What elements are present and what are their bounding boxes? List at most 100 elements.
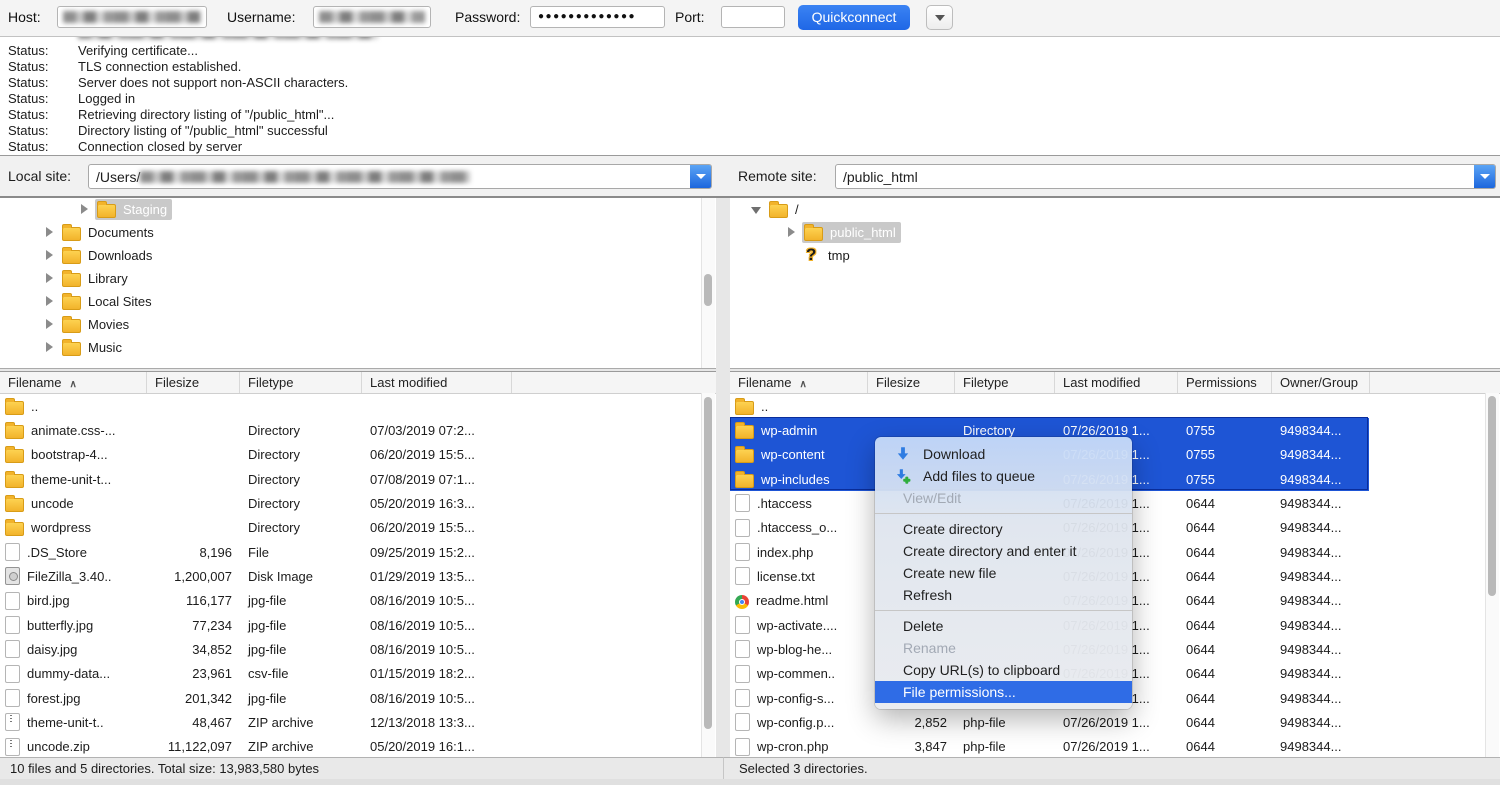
- local-site-dropdown-icon[interactable]: [690, 165, 711, 188]
- filename-cell: ..: [0, 398, 147, 415]
- quickconnect-dropdown-button[interactable]: [926, 5, 953, 30]
- tree-label-box: Library: [60, 268, 133, 289]
- file-row-butterfly-jpg[interactable]: butterfly.jpg77,234jpg-file08/16/2019 10…: [0, 613, 716, 637]
- file-row-wp-cron-php[interactable]: wp-cron.php3,847php-file07/26/2019 1...0…: [730, 735, 1500, 758]
- log-status-label: Status:: [0, 107, 78, 123]
- disclosure-triangle-icon[interactable]: [38, 225, 60, 240]
- filesize-cell: 23,961: [147, 666, 240, 681]
- column-header-filetype[interactable]: Filetype: [240, 372, 362, 393]
- file-row-ds-store[interactable]: .DS_Store8,196File09/25/2019 15:2...: [0, 540, 716, 564]
- local-tree-pane: StagingDocumentsDownloadsLibraryLocal Si…: [0, 198, 716, 369]
- last-modified-cell: 07/26/2019 1...: [1055, 715, 1178, 730]
- file-row-uncode[interactable]: uncodeDirectory05/20/2019 16:3...: [0, 491, 716, 515]
- menu-item-add-files-to-queue[interactable]: Add files to queue: [875, 465, 1132, 487]
- tree-item-music[interactable]: Music: [0, 336, 716, 359]
- column-header-last-modified[interactable]: Last modified: [1055, 372, 1178, 393]
- disclosure-triangle-icon[interactable]: [38, 317, 60, 332]
- tree-label-box: Local Sites: [60, 291, 157, 312]
- folder-icon: [5, 498, 24, 512]
- file-icon: [735, 640, 750, 658]
- quickconnect-button[interactable]: Quickconnect: [798, 5, 910, 30]
- filetype-cell: File: [240, 545, 362, 560]
- menu-item-file-permissions[interactable]: File permissions...: [875, 681, 1132, 703]
- file-row-daisy-jpg[interactable]: daisy.jpg34,852jpg-file08/16/2019 10:5..…: [0, 637, 716, 661]
- local-list-scrollbar[interactable]: [701, 393, 715, 758]
- column-header-filesize[interactable]: Filesize: [147, 372, 240, 393]
- file-row-item[interactable]: ..: [0, 394, 716, 418]
- menu-item-refresh[interactable]: Refresh: [875, 584, 1132, 606]
- tree-item-movies[interactable]: Movies: [0, 313, 716, 336]
- owner-group-cell: 9498344...: [1272, 593, 1370, 608]
- local-list-scrollbar-thumb[interactable]: [704, 397, 712, 729]
- tree-item-item[interactable]: /: [730, 198, 1500, 221]
- filename-text: wp-content: [761, 447, 825, 462]
- filename-text: wp-activate....: [757, 618, 837, 633]
- port-label: Port:: [675, 9, 705, 25]
- column-header-filename[interactable]: Filename∧: [730, 372, 868, 393]
- file-row-bird-jpg[interactable]: bird.jpg116,177jpg-file08/16/2019 10:5..…: [0, 589, 716, 613]
- tree-item-downloads[interactable]: Downloads: [0, 244, 716, 267]
- tree-item-staging[interactable]: Staging: [0, 198, 716, 221]
- disclosure-triangle-icon[interactable]: [73, 202, 95, 217]
- username-input[interactable]: [313, 6, 431, 28]
- disclosure-triangle-icon[interactable]: [38, 248, 60, 263]
- remote-list-scrollbar[interactable]: [1485, 393, 1499, 758]
- tree-item-library[interactable]: Library: [0, 267, 716, 290]
- chevron-down-icon: [935, 15, 945, 21]
- file-row-dummy-data[interactable]: dummy-data...23,961csv-file01/15/2019 18…: [0, 662, 716, 686]
- column-header-last-modified[interactable]: Last modified: [362, 372, 512, 393]
- file-row-wordpress[interactable]: wordpressDirectory06/20/2019 15:5...: [0, 516, 716, 540]
- disclosure-triangle-icon[interactable]: [38, 294, 60, 309]
- file-row-uncode-zip[interactable]: uncode.zip11,122,097ZIP archive05/20/201…: [0, 735, 716, 758]
- local-tree-scrollbar-thumb[interactable]: [704, 274, 712, 306]
- password-input[interactable]: ●●●●●●●●●●●●●: [530, 6, 665, 28]
- filename-cell: .htaccess: [730, 494, 868, 512]
- menu-item-download[interactable]: Download: [875, 443, 1132, 465]
- file-row-theme-unit-t[interactable]: theme-unit-t...Directory07/08/2019 07:1.…: [0, 467, 716, 491]
- log-message: Retrieving directory listing of "/public…: [78, 107, 334, 123]
- file-row-theme-unit-t[interactable]: theme-unit-t..48,467ZIP archive12/13/201…: [0, 710, 716, 734]
- port-input[interactable]: [721, 6, 785, 28]
- file-row-animate-css[interactable]: animate.css-...Directory07/03/2019 07:2.…: [0, 418, 716, 442]
- remote-list-scrollbar-thumb[interactable]: [1488, 396, 1496, 596]
- remote-site-combobox[interactable]: /public_html: [835, 164, 1496, 189]
- host-input[interactable]: [57, 6, 207, 28]
- log-status-label: Status:: [0, 75, 78, 91]
- folder-icon: [62, 273, 81, 287]
- menu-item-create-directory-and-enter-it[interactable]: Create directory and enter it: [875, 540, 1132, 562]
- redacted-username-value: [319, 11, 425, 23]
- disclosure-triangle-icon[interactable]: [780, 225, 802, 240]
- host-label: Host:: [8, 9, 41, 25]
- disclosure-triangle-icon[interactable]: [38, 340, 60, 355]
- file-row-filezilla-3-40[interactable]: FileZilla_3.40..1,200,007Disk Image01/29…: [0, 564, 716, 588]
- menu-item-create-directory[interactable]: Create directory: [875, 518, 1132, 540]
- remote-site-dropdown-icon[interactable]: [1474, 165, 1495, 188]
- last-modified-cell: 09/25/2019 15:2...: [362, 545, 512, 560]
- log-message: Directory listing of "/public_html" succ…: [78, 123, 328, 139]
- tree-item-public-html[interactable]: public_html: [730, 221, 1500, 244]
- tree-item-local-sites[interactable]: Local Sites: [0, 290, 716, 313]
- folder-icon: [5, 401, 24, 415]
- tree-label-box: tmp: [802, 246, 855, 265]
- column-header-owner-group[interactable]: Owner/Group: [1272, 372, 1370, 393]
- tree-label-box: Staging: [95, 199, 172, 220]
- menu-item-delete[interactable]: Delete: [875, 615, 1132, 637]
- file-row-bootstrap-4[interactable]: bootstrap-4...Directory06/20/2019 15:5..…: [0, 443, 716, 467]
- menu-item-create-new-file[interactable]: Create new file: [875, 562, 1132, 584]
- menu-item-copy-url-s-to-clipboard[interactable]: Copy URL(s) to clipboard: [875, 659, 1132, 681]
- tree-item-tmp[interactable]: tmp: [730, 244, 1500, 267]
- file-row-forest-jpg[interactable]: forest.jpg201,342jpg-file08/16/2019 10:5…: [0, 686, 716, 710]
- column-header-permissions[interactable]: Permissions: [1178, 372, 1272, 393]
- file-row-wp-config-p[interactable]: wp-config.p...2,852php-file07/26/2019 1.…: [730, 710, 1500, 734]
- column-header-filename[interactable]: Filename∧: [0, 372, 147, 393]
- log-message: Server does not support non-ASCII charac…: [78, 75, 348, 91]
- disclosure-triangle-icon[interactable]: [745, 202, 767, 217]
- local-tree-scrollbar[interactable]: [701, 198, 715, 368]
- column-header-filetype[interactable]: Filetype: [955, 372, 1055, 393]
- disclosure-triangle-icon[interactable]: [38, 271, 60, 286]
- tree-item-documents[interactable]: Documents: [0, 221, 716, 244]
- owner-group-cell: 9498344...: [1272, 472, 1370, 487]
- local-site-combobox[interactable]: /Users/: [88, 164, 712, 189]
- file-row-item[interactable]: ..: [730, 394, 1500, 418]
- column-header-filesize[interactable]: Filesize: [868, 372, 955, 393]
